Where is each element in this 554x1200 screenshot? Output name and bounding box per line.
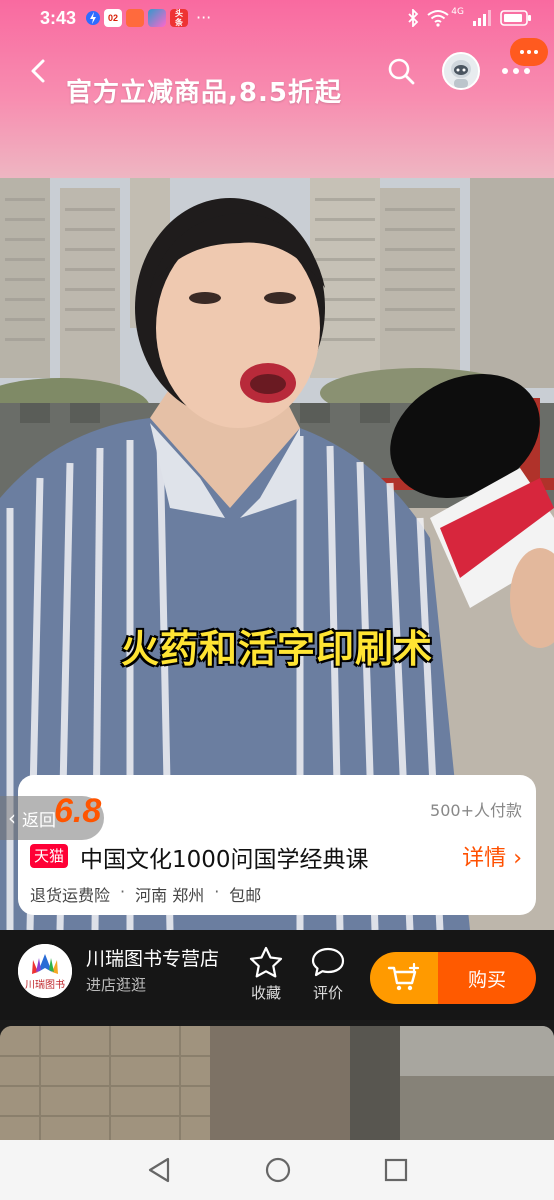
notif-chip-2 [126, 9, 144, 27]
meta-return-insurance: 退货运费险 [30, 886, 111, 905]
wifi-icon [427, 10, 449, 27]
nav-recent-apps-icon[interactable] [384, 1158, 408, 1182]
back-icon [31, 59, 45, 83]
next-video-frame [0, 1026, 554, 1140]
buy-button[interactable]: 购买 [438, 952, 536, 1004]
avatar[interactable] [442, 52, 480, 90]
add-to-cart-button[interactable] [370, 952, 438, 1004]
status-notifications: 02 头条 ··· [86, 9, 211, 27]
notif-chip-3 [148, 9, 166, 27]
nav-back-icon[interactable] [146, 1156, 172, 1184]
signal-icon [473, 10, 491, 26]
battery-icon [500, 10, 531, 26]
nav-home-icon[interactable] [264, 1156, 292, 1184]
meta-free-shipping: 包邮 [229, 886, 262, 905]
status-indicators: 4G [407, 7, 532, 27]
purchase-group: 购买 [370, 952, 536, 1004]
notification-badge[interactable] [510, 38, 548, 66]
meta-separator: · [214, 882, 220, 901]
chevron-right-icon: › [513, 846, 522, 871]
back-button[interactable] [24, 56, 54, 86]
review-label: 评价 [312, 984, 343, 1002]
favorite-button[interactable]: 收藏 [246, 946, 286, 1010]
shop-logo-graphic: 川瑞图书 [18, 944, 72, 998]
avatar-icon [444, 54, 478, 88]
meta-location: 河南 郑州 [135, 886, 205, 905]
paid-count: 500+人付款 [430, 801, 522, 820]
tmall-tag: 天猫 [30, 844, 69, 868]
review-button[interactable]: 评价 [306, 946, 350, 1010]
charging-icon [86, 11, 100, 25]
bluetooth-icon [408, 9, 419, 27]
notif-chip-4: 头条 [170, 9, 188, 27]
chevron-left-icon: ‹ [8, 806, 16, 830]
promo-68-logo: 6.8 [54, 792, 101, 831]
shop-name[interactable]: 川瑞图书专营店 [86, 944, 219, 971]
notif-chip-1: 02 [104, 9, 122, 27]
shop-logo[interactable]: 川瑞图书 [18, 944, 72, 998]
status-time: 3:43 [40, 8, 77, 28]
favorite-label: 收藏 [250, 984, 281, 1002]
chat-bubble-icon [311, 947, 345, 977]
detail-link[interactable]: 详情 › [462, 840, 522, 872]
video-subtitle: 火药和活字印刷术 [120, 626, 433, 672]
system-nav-bar [0, 1140, 554, 1200]
product-name[interactable]: 中国文化1000问国学经典课 [80, 840, 369, 874]
status-bar: 3:43 02 头条 ··· 4G [0, 0, 554, 38]
svg-text:川瑞图书: 川瑞图书 [25, 979, 65, 991]
search-icon [388, 58, 415, 85]
product-meta: 退货运费险 · 河南 郑州 · 包邮 [30, 882, 261, 906]
more-icon [502, 68, 530, 74]
detail-label: 详情 [462, 846, 507, 871]
meta-separator: · [120, 882, 126, 901]
visit-shop-link[interactable]: 进店逛逛 [86, 974, 146, 995]
more-notifications-indicator: ··· [196, 8, 212, 27]
return-label: 返回 [22, 810, 56, 831]
cart-plus-icon [387, 963, 420, 991]
network-type: 4G [451, 7, 464, 17]
promo-title: 官方立减商品,8.5折起 [66, 78, 342, 108]
next-video-preview[interactable] [0, 1026, 554, 1140]
search-button[interactable] [386, 56, 416, 86]
promo-68-main: 6.8 [54, 792, 102, 830]
star-icon [249, 946, 283, 978]
